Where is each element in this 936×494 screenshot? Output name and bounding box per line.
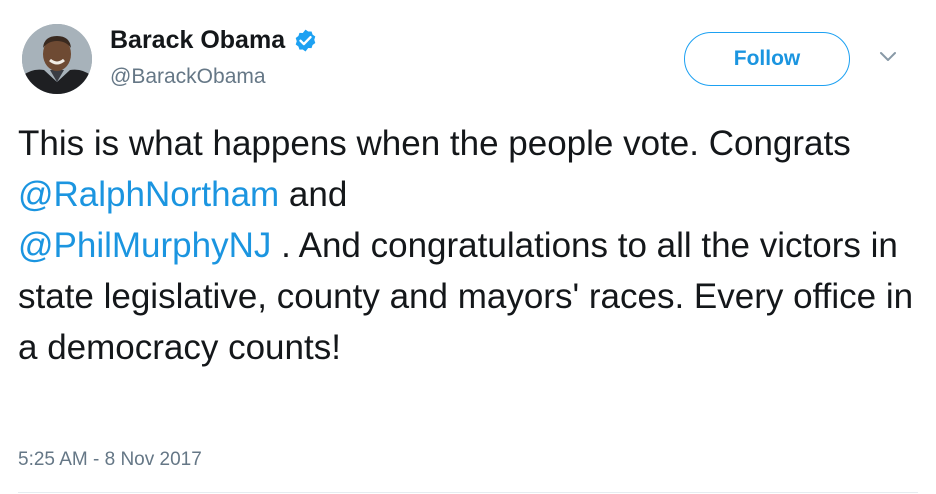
mention-link[interactable]: @RalphNortham [18,175,279,214]
author-name[interactable]: Barack Obama [110,26,318,55]
verified-badge-icon [295,29,316,52]
avatar-image [22,24,92,94]
chevron-down-icon[interactable] [878,50,898,64]
follow-button-label: Follow [733,47,801,70]
tweet-text-part: This is what happens when the people vot… [18,124,851,163]
tweet-text: This is what happens when the people vot… [18,118,918,373]
divider [18,492,918,493]
follow-button[interactable]: Follow [684,32,850,86]
mention-link[interactable]: @PhilMurphyNJ [18,226,271,265]
avatar[interactable] [22,24,92,94]
tweet-text-part: and [279,175,348,214]
author-name-text: Barack Obama [110,26,286,54]
tweet-timestamp[interactable]: 5:25 AM - 8 Nov 2017 [18,449,202,471]
author-handle[interactable]: @BarackObama [110,65,266,89]
